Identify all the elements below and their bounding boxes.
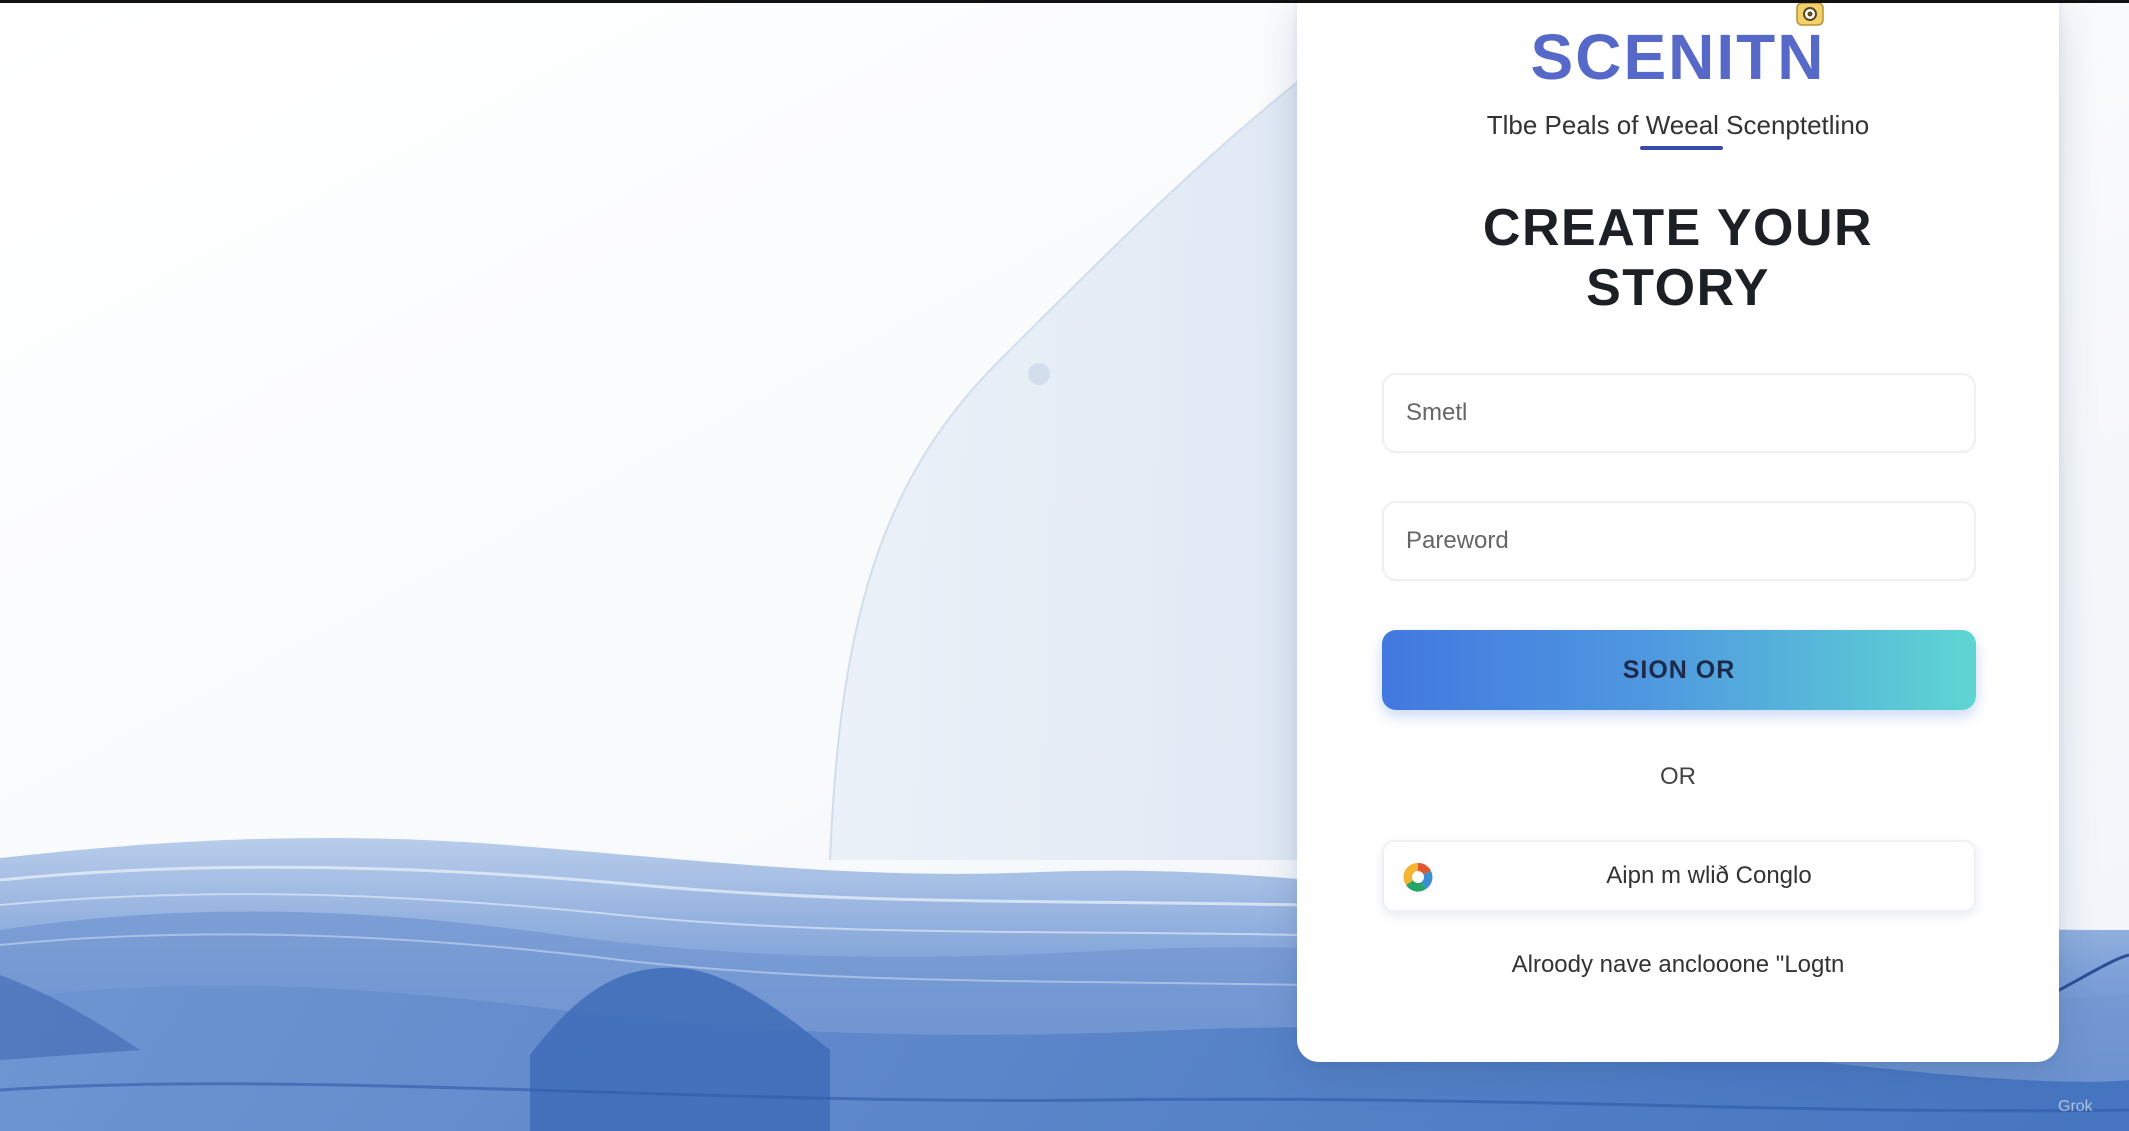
heading-line-2: STORY — [1586, 259, 1770, 317]
google-icon — [1403, 862, 1433, 892]
google-sign-in-label: Aipn m wlið Conglo — [1606, 862, 1812, 889]
password-field — [1382, 501, 1976, 581]
signup-card: SCENITN Tlbe Peals of Weeal Scenptetlino… — [1297, 0, 2059, 1062]
tagline-underline — [1640, 146, 1723, 150]
brand-logo: SCENITN — [1530, 21, 1826, 93]
badge-icon — [1796, 2, 1824, 26]
email-input[interactable] — [1384, 375, 1974, 451]
brand-tagline: Tlbe Peals of Weeal Scenptetlino — [1486, 110, 1870, 140]
watermark: Grok — [2058, 1098, 2093, 1115]
top-border — [0, 0, 2129, 3]
login-link[interactable]: Alroody nave anclooone "Logtn — [1297, 950, 2059, 980]
or-divider: OR — [1660, 763, 1696, 790]
email-field — [1382, 373, 1976, 453]
heading-line-1: CREATE YOUR — [1482, 199, 1874, 257]
sign-up-button[interactable]: SION OR — [1382, 630, 1976, 710]
password-input[interactable] — [1384, 503, 1974, 579]
page-heading: CREATE YOUR STORY — [1297, 198, 2059, 318]
google-sign-in-button[interactable]: Aipn m wlið Conglo — [1382, 840, 1976, 912]
